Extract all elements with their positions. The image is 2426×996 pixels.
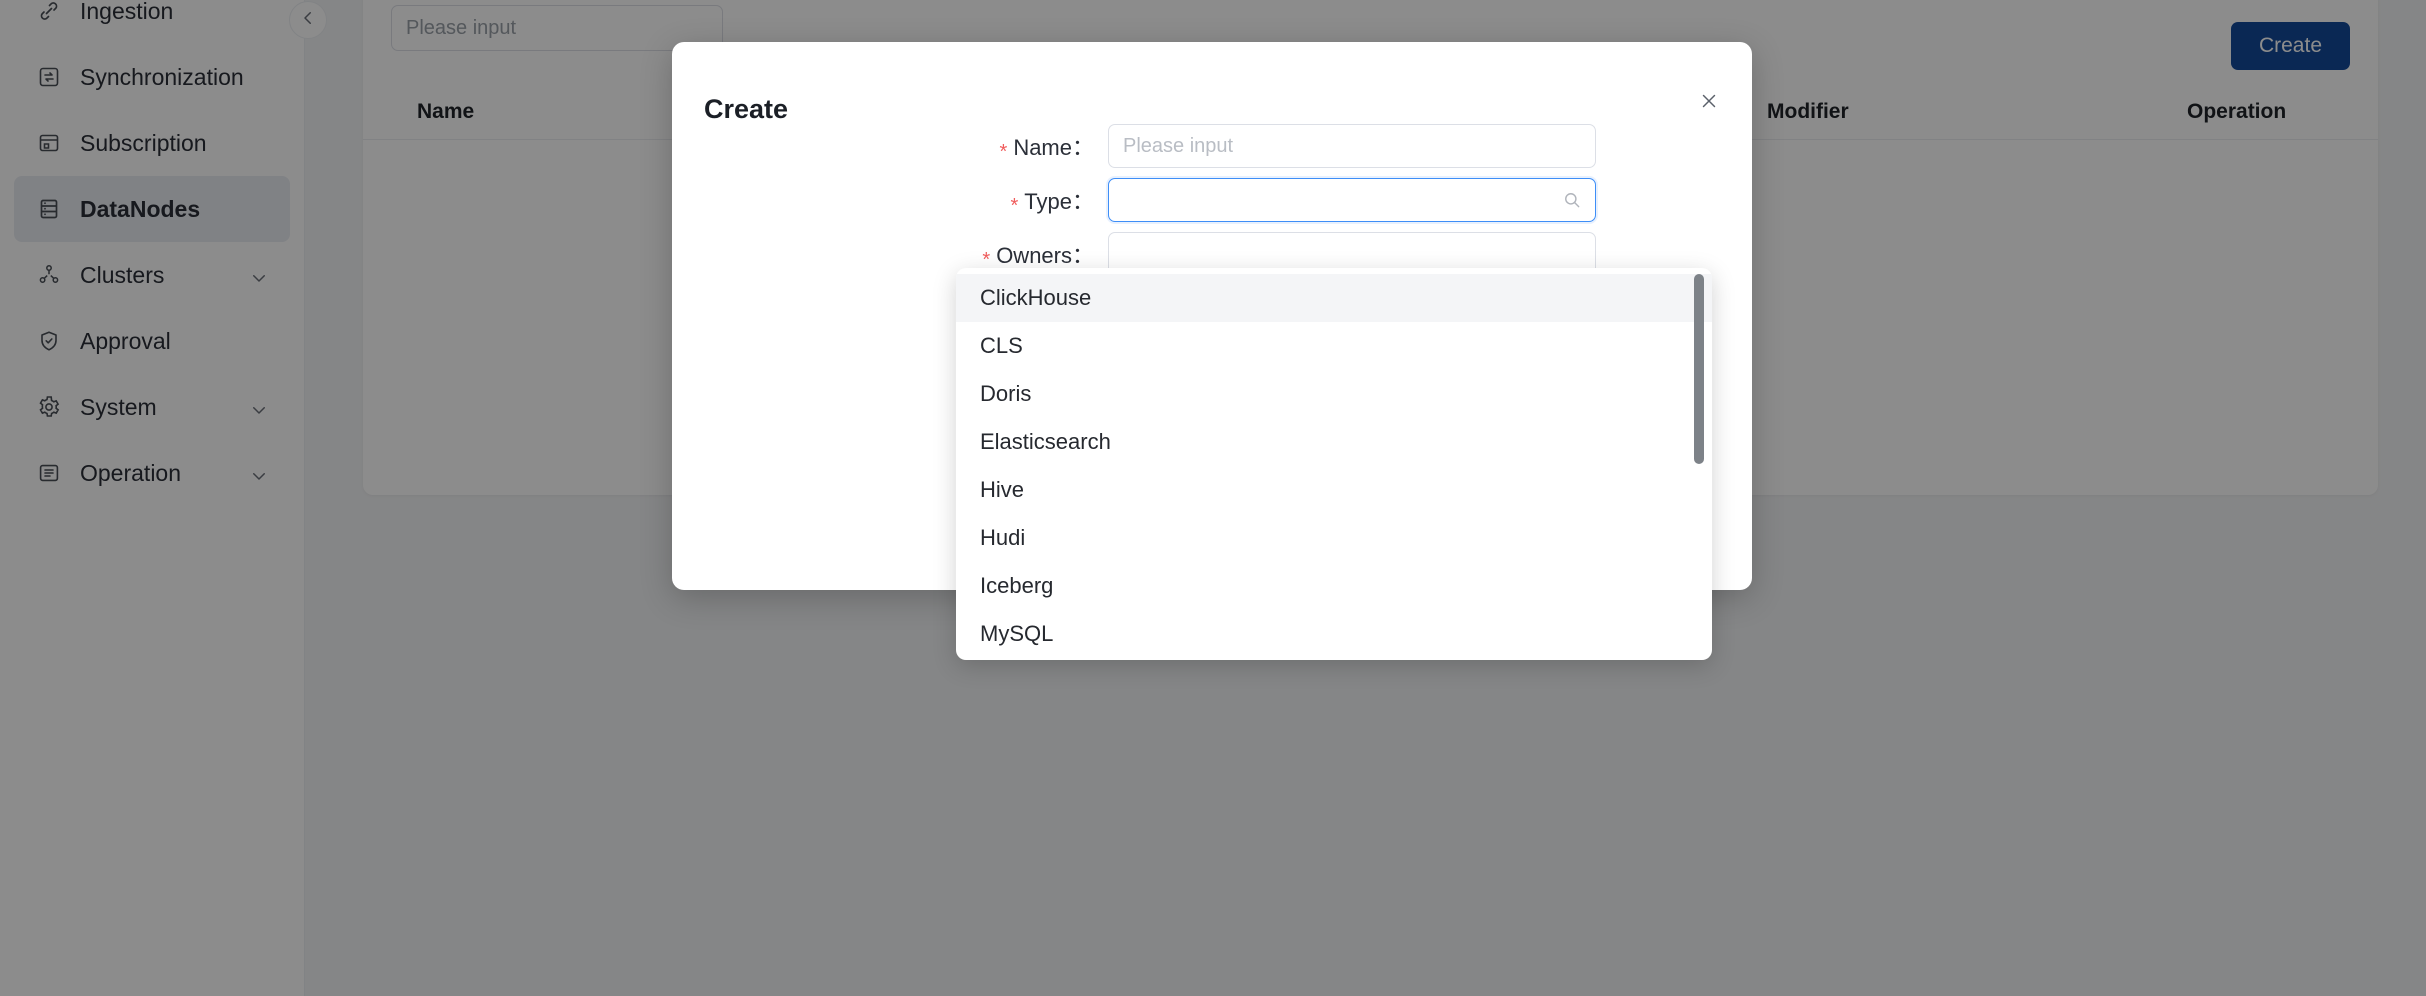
dropdown-option[interactable]: MySQL [956,610,1712,658]
control-name [1108,124,1596,168]
required-asterisk: * [1000,141,1008,163]
dropdown-option[interactable]: Doris [956,370,1712,418]
label-name: *Name： [672,130,1108,162]
dropdown-option[interactable]: Hive [956,466,1712,514]
close-icon[interactable] [1692,84,1726,118]
type-search-input[interactable] [1108,178,1596,222]
dropdown-option[interactable]: Iceberg [956,562,1712,610]
dropdown-option[interactable]: CLS [956,322,1712,370]
required-asterisk: * [1011,195,1019,217]
dropdown-option[interactable]: ClickHouse [956,274,1712,322]
label-owners: *Owners： [672,238,1108,270]
control-type [1108,178,1596,222]
dropdown-option[interactable]: Elasticsearch [956,418,1712,466]
form-row-name: *Name： [672,119,1752,173]
label-type: *Type： [672,184,1108,216]
type-dropdown-list[interactable]: ClickHouse CLS Doris Elasticsearch Hive … [956,268,1712,660]
type-select[interactable] [1108,178,1596,222]
dropdown-option[interactable]: Hudi [956,514,1712,562]
form-row-type: *Type： [672,173,1752,227]
dropdown-scrollbar[interactable] [1694,274,1704,464]
name-input[interactable] [1108,124,1596,168]
